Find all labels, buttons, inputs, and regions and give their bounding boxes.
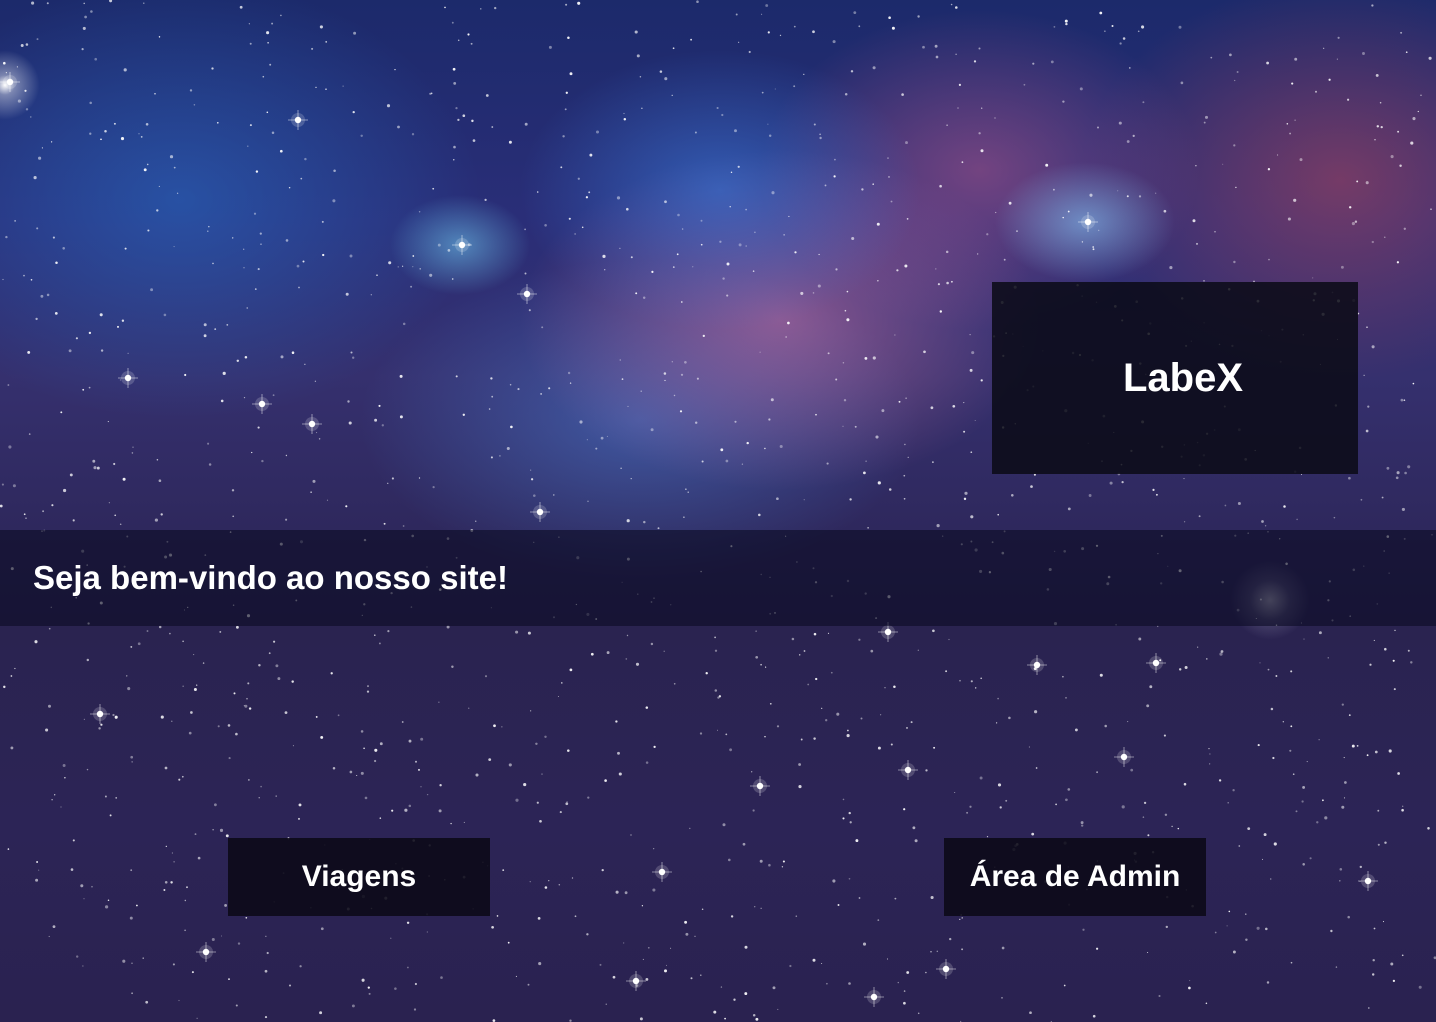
admin-area-button[interactable]: Área de Admin <box>944 838 1206 916</box>
trips-button[interactable]: Viagens <box>228 838 490 916</box>
star-field <box>0 0 1436 1022</box>
landing-page: Seja bem-vindo ao nosso site! LabeX Viag… <box>0 0 1436 1022</box>
logo-panel: LabeX <box>992 282 1358 474</box>
site-logo: LabeX <box>1122 355 1244 400</box>
welcome-message: Seja bem-vindo ao nosso site! <box>33 559 508 596</box>
